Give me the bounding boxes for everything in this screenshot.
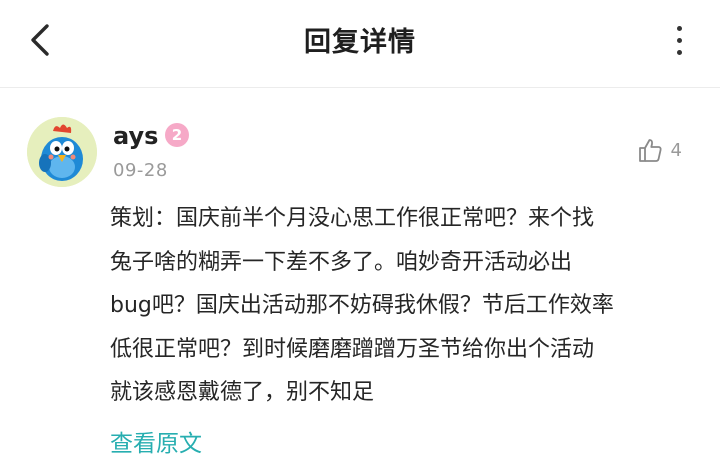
thumbs-up-icon xyxy=(638,139,662,162)
comment-text-line: 就该感恩戴德了，别不知足 xyxy=(110,380,375,405)
like-button[interactable]: 4 xyxy=(637,137,682,163)
comment-text-line: 兔子啥的糊弄一下差不多了。咱妙奇开活动必出 xyxy=(110,249,573,275)
level-badge: 2 xyxy=(165,123,189,147)
more-options-button[interactable] xyxy=(668,20,690,60)
comment-text: 策划：国庆前半个月没心思工作很正常吧？来个找 兔子啥的糊弄一下差不多了。咱妙奇开… xyxy=(110,197,700,415)
comment-text-line: 策划：国庆前半个月没心思工作很正常吧？来个找 xyxy=(110,206,595,231)
view-original-link[interactable]: 查看原文 xyxy=(110,424,202,458)
comment-text-line: bug吧？国庆出活动那不妨碍我休假？节后工作效率 xyxy=(110,293,614,318)
like-count: 4 xyxy=(670,139,682,161)
reply-detail-page: 回复详情 ays 2 09-28 4 策划：国庆前半个月没心思工作很正常吧？来个… xyxy=(0,0,720,469)
top-bar: 回复详情 xyxy=(0,0,720,88)
more-vertical-icon xyxy=(676,25,682,31)
reply-comment: ays 2 09-28 4 策划：国庆前半个月没心思工作很正常吧？来个找 兔子啥… xyxy=(0,89,720,469)
comment-text-line: 低很正常吧？到时候磨磨蹭蹭万圣节给你出个活动 xyxy=(110,336,595,362)
comment-date: 09-28 xyxy=(113,160,168,181)
avatar[interactable] xyxy=(27,117,97,187)
username[interactable]: ays xyxy=(113,122,158,150)
page-title: 回复详情 xyxy=(304,27,416,58)
avatar-chicken-icon xyxy=(27,117,97,187)
